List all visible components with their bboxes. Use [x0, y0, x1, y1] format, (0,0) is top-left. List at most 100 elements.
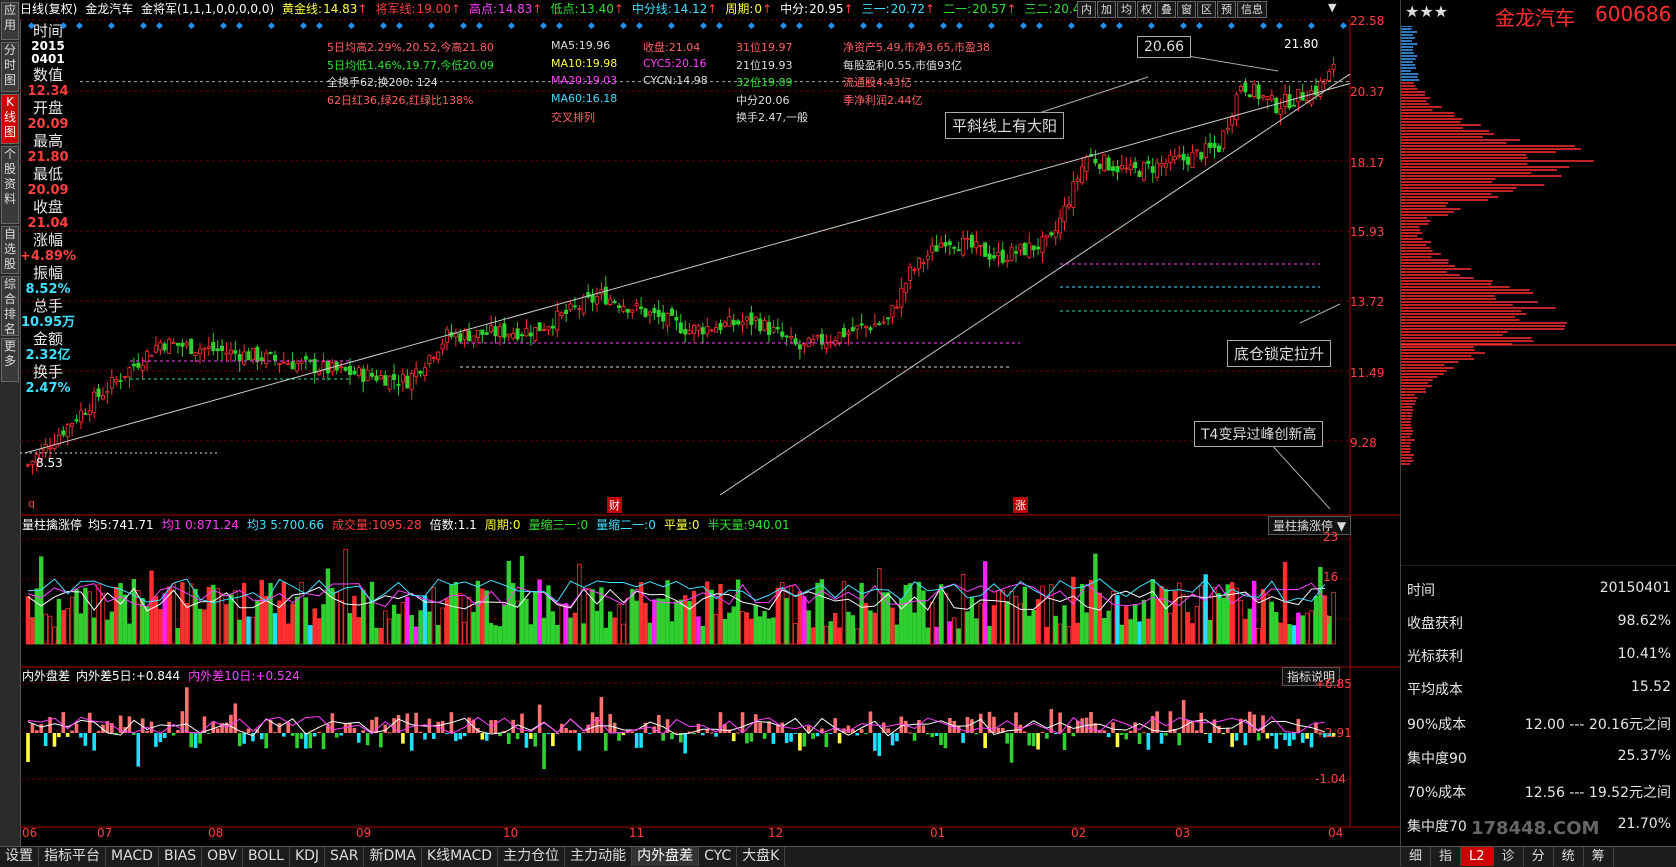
- diff-bar: [1089, 711, 1093, 733]
- indicator-tab-6[interactable]: KDJ: [290, 847, 326, 866]
- left-tab-3[interactable]: 个股资料: [1, 146, 19, 224]
- volume-bar: [815, 582, 820, 645]
- diff-bar: [978, 713, 983, 733]
- side-tab-3[interactable]: 诊: [1494, 847, 1524, 866]
- side-tab-4[interactable]: 分: [1524, 847, 1554, 866]
- toolbar-button-8[interactable]: 信息: [1237, 1, 1267, 18]
- left-tab-4[interactable]: 自选股: [1, 226, 19, 274]
- volume-bar: [109, 611, 115, 645]
- diff-bar: [61, 712, 66, 733]
- volume-bar: [215, 588, 220, 645]
- side-tab-0[interactable]: 细: [1401, 847, 1432, 866]
- side-tab-5[interactable]: 统: [1554, 847, 1584, 866]
- candle-body: [109, 377, 114, 389]
- indicator-tab-12[interactable]: 内外盘差: [632, 847, 700, 866]
- formula-name[interactable]: 金将军(1,1,1,0,0,0,0,0): [141, 2, 274, 16]
- volume-bar: [171, 583, 176, 645]
- left-tab-2[interactable]: K线图: [1, 94, 19, 144]
- volume-indicator-dropdown[interactable]: 量柱擒涨停 ▼: [1268, 516, 1352, 535]
- diff-bar: [789, 733, 793, 742]
- diff-bar: [1283, 733, 1287, 741]
- candle-body: [1111, 166, 1116, 171]
- indicator-tab-13[interactable]: CYC: [699, 847, 738, 866]
- side-tab-2[interactable]: L2: [1461, 847, 1494, 866]
- diff-bar: [564, 727, 568, 733]
- side-tab-6[interactable]: 筹: [1584, 847, 1614, 866]
- indicator-tab-2[interactable]: MACD: [106, 847, 159, 866]
- diff-bar: [87, 712, 92, 733]
- volume-bar: [1000, 590, 1005, 645]
- date-tick: 02: [1071, 826, 1087, 840]
- volume-bar: [1296, 612, 1301, 645]
- indicator-tab-3[interactable]: BIAS: [159, 847, 203, 866]
- callout-pointer: [1029, 76, 1149, 117]
- volume-tick: 16: [1323, 570, 1339, 584]
- toolbar-button-6[interactable]: 区: [1197, 1, 1216, 18]
- left-tab-1[interactable]: 分时图: [1, 42, 19, 92]
- candle-body: [780, 331, 785, 337]
- left-tab-0[interactable]: 应用: [1, 2, 19, 40]
- volume-bar: [608, 611, 613, 645]
- toolbar-button-3[interactable]: 权: [1137, 1, 1156, 18]
- candle-body: [414, 368, 419, 378]
- left-tab-6[interactable]: 更多: [1, 338, 19, 382]
- arrow-up-icon: ↑: [843, 2, 854, 16]
- diff-bar: [745, 733, 749, 744]
- toolbar-button-7[interactable]: 预: [1217, 1, 1236, 18]
- volume-bar: [325, 568, 331, 645]
- volume-bar: [581, 623, 586, 645]
- indicator-tab-5[interactable]: BOLL: [243, 847, 290, 866]
- volume-bar: [47, 615, 53, 645]
- toolbar-button-1[interactable]: 加: [1097, 1, 1116, 18]
- diff-bar: [445, 733, 449, 734]
- volume-bar: [458, 593, 463, 645]
- toolbar-button-5[interactable]: 窗: [1177, 1, 1196, 18]
- candle-body: [286, 363, 291, 366]
- toolbar-button-4[interactable]: 叠: [1157, 1, 1176, 18]
- diff-bar: [749, 733, 754, 742]
- candle-body: [1261, 95, 1266, 98]
- indicator-tab-9[interactable]: K线MACD: [422, 847, 499, 866]
- candle-body: [537, 322, 542, 332]
- volume-panel-title: 量柱擒涨停: [22, 518, 83, 532]
- toolbar-dropdown-icon[interactable]: ▼: [1328, 1, 1336, 14]
- diff-bar: [462, 733, 467, 737]
- kline-chart-area[interactable]: ◆ ◆ ◆ ◆ ◆ ◆ ◆ ◆ ◆ ◆ ◆ ◆ ◆ ◆ ◆ ◆ ◆ ◆ ◆ ◆ ◆ ◆ ◆ ◆ ◆ ◆ ◆ ◆ ◆ ◆ ◆ ◆ ◆ ◆ ◆ ◆ ◆ ◆ ◆ ◆…: [20, 19, 1400, 846]
- toolbar-button-0[interactable]: 内: [1077, 1, 1096, 18]
- indicator-tab-4[interactable]: OBV: [202, 847, 243, 866]
- left-tab-5[interactable]: 综合排名: [1, 276, 19, 336]
- period-label[interactable]: 日线(复权): [20, 2, 77, 16]
- diff-bar: [692, 733, 696, 735]
- volume-bar: [316, 618, 322, 645]
- volume-bar: [1053, 615, 1058, 645]
- signal-marker: ◆: [796, 21, 803, 31]
- diff-bar: [983, 733, 987, 749]
- volume-bar: [652, 599, 657, 645]
- diff-stat-value: +0.524: [255, 669, 300, 683]
- indicator-tab-14[interactable]: 大盘K: [737, 847, 786, 866]
- diff-bar: [401, 733, 405, 744]
- indicator-tab-10[interactable]: 主力仓位: [498, 847, 566, 866]
- volume-bar: [396, 613, 401, 645]
- diff-bar: [26, 733, 30, 762]
- volume-bar: [541, 617, 547, 645]
- indicator-tab-0[interactable]: 设置: [0, 847, 39, 866]
- diff-bar: [701, 733, 705, 736]
- candle-body: [277, 362, 282, 365]
- side-tab-1[interactable]: 指: [1431, 847, 1462, 866]
- volume-bar: [1309, 610, 1314, 645]
- toolbar-button-2[interactable]: 均: [1117, 1, 1136, 18]
- diff-bar: [1128, 730, 1133, 733]
- candle-body: [533, 327, 538, 342]
- candle-body: [475, 329, 480, 338]
- indicator-tab-7[interactable]: SAR: [325, 847, 365, 866]
- indicator-tab-11[interactable]: 主力动能: [565, 847, 633, 866]
- volume-bar: [158, 609, 163, 645]
- indicator-tab-8[interactable]: 新DMA: [364, 847, 422, 866]
- indicator-tab-1[interactable]: 指标平台: [39, 847, 106, 866]
- diff-stat-value: +0.844: [135, 669, 181, 683]
- volume-bar: [1282, 561, 1288, 645]
- chip-stat-label: 平均成本: [1407, 682, 1463, 698]
- candle-body: [714, 327, 719, 333]
- candle-body: [1146, 160, 1151, 164]
